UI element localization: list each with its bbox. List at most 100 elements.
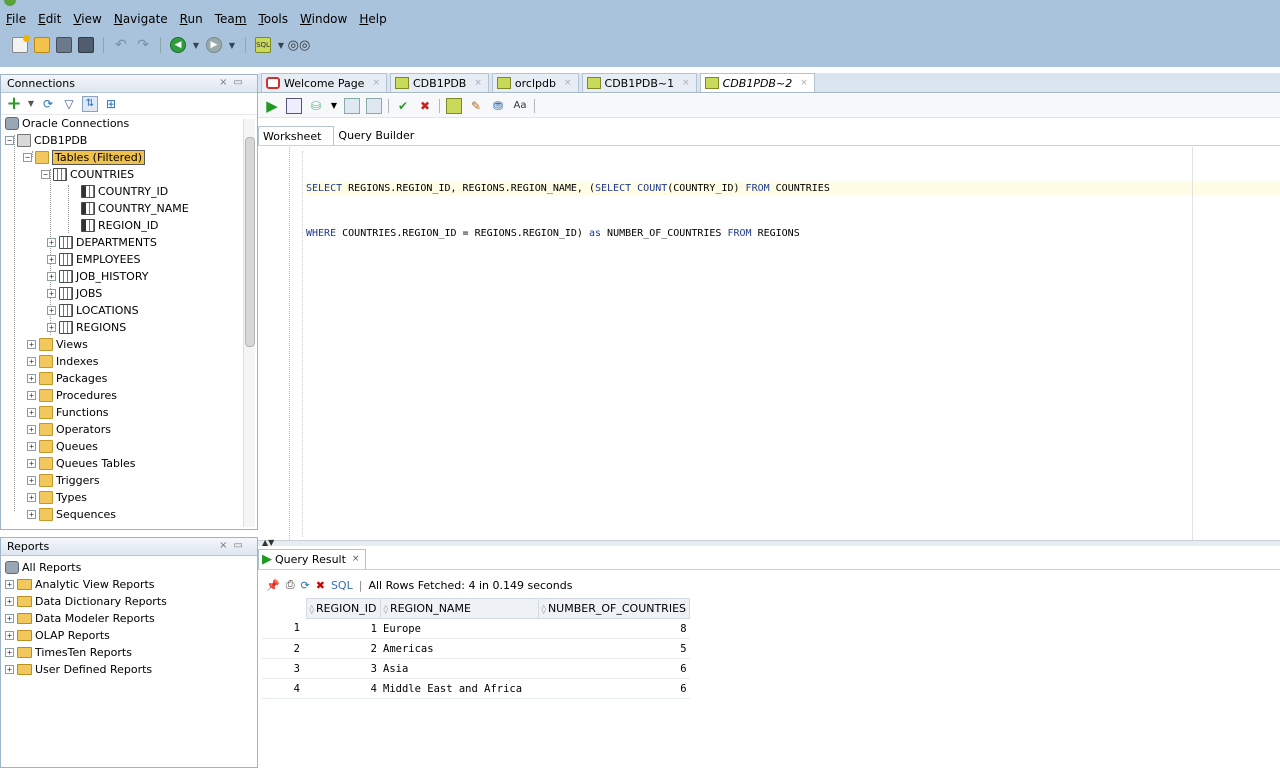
menu-team[interactable]: Team [215,12,247,26]
refresh-icon[interactable]: ⟳ [301,579,310,592]
undo-icon[interactable]: ↶ [113,37,129,53]
column-header-number-of-countries[interactable]: ◊ NUMBER_OF_COUNTRIES [537,598,691,619]
pin-icon[interactable]: 📌 [266,579,280,592]
expand-icon[interactable]: + [27,425,36,434]
tab-orclpdb[interactable]: orclpdb × [491,73,579,92]
panel-controls[interactable]: ×▭ [219,540,249,551]
menu-help[interactable]: Help [359,12,386,26]
sql-editor[interactable]: SELECT REGIONS.REGION_ID, REGIONS.REGION… [262,147,1280,540]
expand-icon[interactable]: + [47,306,56,315]
close-icon[interactable]: × [800,78,808,88]
tab-query-result[interactable]: ▶ Query Result × [258,548,367,569]
expand-icon[interactable]: + [27,510,36,519]
menu-edit[interactable]: Edit [38,12,61,26]
expand-icon[interactable]: + [47,255,56,264]
tree-table[interactable]: + DEPARTMENTS [47,234,157,251]
tab-worksheet[interactable]: Worksheet [258,126,335,145]
tree-scrollbar[interactable] [243,119,255,527]
cell-region-id[interactable]: 4 [306,678,380,699]
dropdown-icon[interactable]: ▼ [330,98,338,114]
expand-icon[interactable]: + [5,631,14,640]
report-item[interactable]: + Data Modeler Reports [5,610,155,627]
schema-icon[interactable]: ⊞ [103,96,119,112]
sql-worksheet-dropdown-icon[interactable]: ▼ [277,37,285,53]
report-item[interactable]: + Data Dictionary Reports [5,593,167,610]
expand-icon[interactable]: + [27,357,36,366]
back-icon[interactable]: ◀ [170,37,186,53]
back-dropdown-icon[interactable]: ▼ [192,37,200,53]
scrollbar-thumb[interactable] [245,137,255,347]
menu-view[interactable]: View [73,12,101,26]
expand-icon[interactable]: + [5,665,14,674]
cell-number-of-countries[interactable]: 5 [538,638,690,659]
tab-cdb1pdb-1[interactable]: CDB1PDB~1 × [581,73,697,92]
expand-icon[interactable]: + [27,374,36,383]
close-icon[interactable]: × [352,554,360,564]
menu-tools[interactable]: Tools [258,12,288,26]
expand-icon[interactable]: + [5,648,14,657]
column-header-region-id[interactable]: ◊ REGION_ID [305,598,381,619]
clear-icon[interactable]: ✎ [468,98,484,114]
save-all-icon[interactable] [78,37,94,53]
menu-file[interactable]: File [6,12,26,26]
tree-table[interactable]: + EMPLOYEES [47,251,140,268]
add-dropdown-icon[interactable]: ▼ [27,96,35,112]
panel-controls[interactable]: ×▭ [219,77,249,88]
cell-region-name[interactable]: Europe [380,618,538,639]
tree-table[interactable]: + JOBS [47,285,102,302]
tree-folder[interactable]: + Queues [27,438,98,455]
sql-tuning-icon[interactable] [366,97,382,114]
tree-table[interactable]: + JOB_HISTORY [47,268,148,285]
tree-folder[interactable]: + Views [27,336,88,353]
cell-number-of-countries[interactable]: 6 [538,658,690,679]
expand-icon[interactable]: + [47,323,56,332]
collapse-icon[interactable]: − [5,136,14,145]
expand-icon[interactable]: + [5,614,14,623]
cell-region-name[interactable]: Asia [380,658,538,679]
tree-table-countries[interactable]: − COUNTRIES [41,166,134,183]
tab-cdb1pdb-2[interactable]: CDB1PDB~2 × [699,73,815,92]
collapse-icon[interactable]: − [23,153,32,162]
menu-navigate[interactable]: Navigate [114,12,168,26]
expand-icon[interactable]: + [27,493,36,502]
expand-icon[interactable]: + [27,459,36,468]
tree-table[interactable]: + REGIONS [47,319,126,336]
report-item[interactable]: + OLAP Reports [5,627,110,644]
run-script-icon[interactable] [286,97,302,114]
tree-folder[interactable]: + Operators [27,421,111,438]
expand-icon[interactable]: + [27,476,36,485]
explain-plan-icon[interactable] [344,97,360,114]
expand-icon[interactable]: + [27,340,36,349]
tree-folder[interactable]: + Queues Tables [27,455,136,472]
tab-welcome-page[interactable]: Welcome Page × [261,73,387,92]
schema-browser-icon[interactable]: ⇅ [82,95,98,112]
export-icon[interactable]: ✖ [316,579,325,592]
report-item[interactable]: + Analytic View Reports [5,576,155,593]
expand-icon[interactable]: + [27,408,36,417]
forward-icon[interactable]: ▶ [206,37,222,53]
tree-oracle-connections[interactable]: Oracle Connections [5,115,129,132]
close-icon[interactable]: × [682,78,690,88]
report-all[interactable]: All Reports [5,559,81,576]
tree-folder[interactable]: + Functions [27,404,109,421]
sql-history-icon[interactable]: ⛃ [490,98,506,114]
tree-column[interactable]: COUNTRY_ID [81,183,168,200]
close-icon[interactable]: × [372,78,380,88]
expand-icon[interactable]: + [27,391,36,400]
forward-dropdown-icon[interactable]: ▼ [228,37,236,53]
format-icon[interactable]: Aa [512,98,528,114]
editor-results-splitter[interactable]: ▲▼ [258,538,1280,547]
cell-number-of-countries[interactable]: 6 [538,678,690,699]
tree-column[interactable]: REGION_ID [81,217,158,234]
table-row[interactable]: 2 2 Americas 5 [262,638,690,659]
add-connection-icon[interactable]: + [6,93,22,114]
sql-link[interactable]: SQL [331,579,353,592]
table-row[interactable]: 3 3 Asia 6 [262,658,690,679]
cell-region-name[interactable]: Middle East and Africa [380,678,538,699]
expand-icon[interactable]: + [27,442,36,451]
tab-cdb1pdb[interactable]: CDB1PDB × [390,73,489,92]
tab-query-builder[interactable]: Query Builder [334,126,426,145]
tree-folder[interactable]: + Types [27,489,87,506]
tree-tables-filtered[interactable]: − Tables (Filtered) [23,149,146,166]
new-file-icon[interactable] [12,35,30,53]
